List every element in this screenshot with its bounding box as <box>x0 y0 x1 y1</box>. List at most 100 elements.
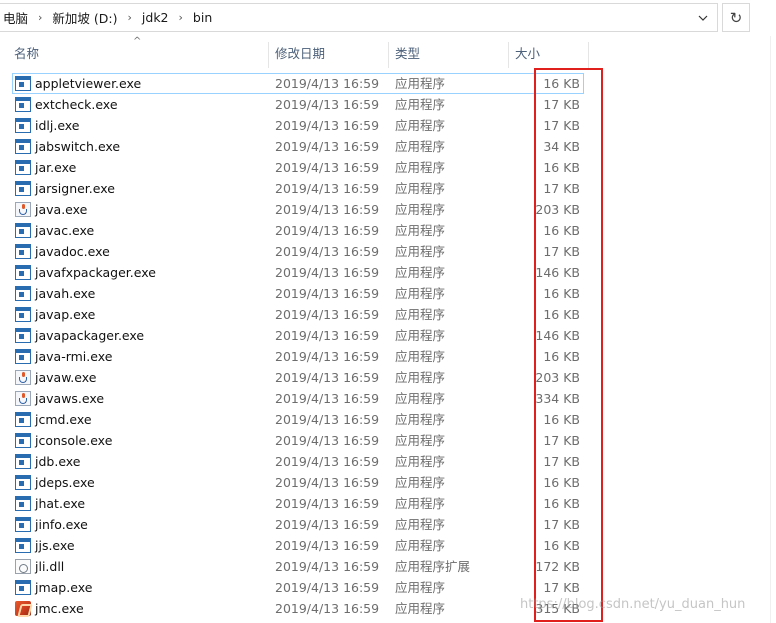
file-row[interactable]: jdeps.exe 2019/4/13 16:59 应用程序 16 KB <box>0 472 776 493</box>
file-name: jhat.exe <box>35 496 86 511</box>
file-row[interactable]: javafxpackager.exe 2019/4/13 16:59 应用程序 146… <box>0 262 776 283</box>
file-name: jmap.exe <box>35 580 93 595</box>
column-header-type[interactable]: 类型 <box>389 40 509 68</box>
file-name: javaws.exe <box>35 391 105 406</box>
file-row[interactable]: idlj.exe 2019/4/13 16:59 应用程序 17 KB <box>0 115 776 136</box>
file-row[interactable]: java.exe 2019/4/13 16:59 应用程序 203 KB <box>0 199 776 220</box>
column-header-date[interactable]: 修改日期 <box>269 40 389 68</box>
file-name: java.exe <box>35 202 88 217</box>
breadcrumb-chevron-icon[interactable]: › <box>122 11 138 24</box>
dll-icon <box>15 559 31 574</box>
file-row[interactable]: jdb.exe 2019/4/13 16:59 应用程序 17 KB <box>0 451 776 472</box>
file-name: idlj.exe <box>35 118 80 133</box>
file-type: 应用程序 <box>395 433 446 448</box>
breadcrumb-bin[interactable]: bin <box>189 10 216 25</box>
file-row[interactable]: javaw.exe 2019/4/13 16:59 应用程序 203 KB <box>0 367 776 388</box>
exe-icon <box>15 538 31 553</box>
column-header-size[interactable]: 大小 <box>509 40 589 68</box>
breadcrumb-chevron-icon[interactable]: › <box>32 11 48 24</box>
file-type: 应用程序 <box>395 181 446 196</box>
file-name: javadoc.exe <box>35 244 110 259</box>
file-type: 应用程序 <box>395 538 446 553</box>
breadcrumb-this-pc[interactable]: 电脑 <box>0 8 32 27</box>
file-name: java-rmi.exe <box>35 349 113 364</box>
column-header-name[interactable]: 名称 <box>8 40 270 68</box>
file-modified-date: 2019/4/13 16:59 <box>275 601 380 616</box>
file-type: 应用程序 <box>395 118 446 133</box>
exe-icon <box>15 580 31 595</box>
breadcrumb-drive[interactable]: 新加坡 (D:) <box>48 8 121 27</box>
file-type: 应用程序 <box>395 496 446 511</box>
file-row[interactable]: jli.dll 2019/4/13 16:59 应用程序扩展 172 KB <box>0 556 776 577</box>
file-name: jar.exe <box>35 160 77 175</box>
file-modified-date: 2019/4/13 16:59 <box>275 496 380 511</box>
exe-icon <box>15 286 31 301</box>
file-name: jarsigner.exe <box>35 181 115 196</box>
file-type: 应用程序 <box>395 244 446 259</box>
file-name: javapackager.exe <box>35 328 145 343</box>
file-type: 应用程序 <box>395 412 446 427</box>
file-type: 应用程序 <box>395 76 446 91</box>
file-row[interactable]: jarsigner.exe 2019/4/13 16:59 应用程序 17 KB <box>0 178 776 199</box>
file-type: 应用程序 <box>395 391 446 406</box>
refresh-button[interactable]: ↻ <box>722 3 750 32</box>
breadcrumb-jdk2[interactable]: jdk2 <box>138 10 173 25</box>
file-type: 应用程序 <box>395 223 446 238</box>
file-name: jcmd.exe <box>35 412 92 427</box>
file-modified-date: 2019/4/13 16:59 <box>275 244 380 259</box>
file-name: javah.exe <box>35 286 96 301</box>
column-header-row: ^ 名称 修改日期 类型 大小 <box>0 36 776 68</box>
address-bar-row: 电脑 › 新加坡 (D:) › jdk2 › bin ↻ <box>0 0 776 36</box>
file-modified-date: 2019/4/13 16:59 <box>275 370 380 385</box>
file-name: jabswitch.exe <box>35 139 121 154</box>
exe-icon <box>15 265 31 280</box>
file-modified-date: 2019/4/13 16:59 <box>275 265 380 280</box>
file-row[interactable]: javaws.exe 2019/4/13 16:59 应用程序 334 KB <box>0 388 776 409</box>
exe-icon <box>15 517 31 532</box>
file-modified-date: 2019/4/13 16:59 <box>275 76 380 91</box>
column-divider[interactable] <box>588 42 589 68</box>
file-row[interactable]: javadoc.exe 2019/4/13 16:59 应用程序 17 KB <box>0 241 776 262</box>
file-row[interactable]: java-rmi.exe 2019/4/13 16:59 应用程序 16 KB <box>0 346 776 367</box>
file-row[interactable]: javac.exe 2019/4/13 16:59 应用程序 16 KB <box>0 220 776 241</box>
file-modified-date: 2019/4/13 16:59 <box>275 580 380 595</box>
address-bar[interactable]: 电脑 › 新加坡 (D:) › jdk2 › bin <box>0 3 718 32</box>
file-type: 应用程序 <box>395 370 446 385</box>
file-name: extcheck.exe <box>35 97 118 112</box>
file-row[interactable]: jabswitch.exe 2019/4/13 16:59 应用程序 34 KB <box>0 136 776 157</box>
file-name: jinfo.exe <box>35 517 88 532</box>
file-modified-date: 2019/4/13 16:59 <box>275 223 380 238</box>
exe-icon <box>15 76 31 91</box>
jmc-icon <box>15 601 31 616</box>
refresh-icon: ↻ <box>729 8 743 27</box>
file-row[interactable]: extcheck.exe 2019/4/13 16:59 应用程序 17 KB <box>0 94 776 115</box>
size-column-highlight <box>534 68 603 622</box>
file-type: 应用程序 <box>395 601 446 616</box>
exe-icon <box>15 223 31 238</box>
file-row[interactable]: javah.exe 2019/4/13 16:59 应用程序 16 KB <box>0 283 776 304</box>
file-modified-date: 2019/4/13 16:59 <box>275 307 380 322</box>
exe-icon <box>15 328 31 343</box>
file-modified-date: 2019/4/13 16:59 <box>275 202 380 217</box>
file-row[interactable]: jconsole.exe 2019/4/13 16:59 应用程序 17 KB <box>0 430 776 451</box>
file-modified-date: 2019/4/13 16:59 <box>275 328 380 343</box>
watermark: https://blog.csdn.net/yu_duan_hun <box>520 597 746 612</box>
file-name: javap.exe <box>35 307 96 322</box>
breadcrumb-chevron-icon[interactable]: › <box>173 11 189 24</box>
file-row[interactable]: jmap.exe 2019/4/13 16:59 应用程序 17 KB <box>0 577 776 598</box>
file-row[interactable]: jjs.exe 2019/4/13 16:59 应用程序 16 KB <box>0 535 776 556</box>
file-row[interactable]: javapackager.exe 2019/4/13 16:59 应用程序 146 K… <box>0 325 776 346</box>
file-list: appletviewer.exe 2019/4/13 16:59 应用程序 16 KB… <box>0 73 776 619</box>
file-modified-date: 2019/4/13 16:59 <box>275 97 380 112</box>
file-row[interactable]: jar.exe 2019/4/13 16:59 应用程序 16 KB <box>0 157 776 178</box>
address-history-dropdown-icon[interactable] <box>689 4 717 31</box>
file-row[interactable]: jinfo.exe 2019/4/13 16:59 应用程序 17 KB <box>0 514 776 535</box>
java-icon <box>15 391 31 406</box>
exe-icon <box>15 181 31 196</box>
exe-icon <box>15 496 31 511</box>
file-modified-date: 2019/4/13 16:59 <box>275 139 380 154</box>
file-row[interactable]: appletviewer.exe 2019/4/13 16:59 应用程序 16 KB <box>0 73 776 94</box>
file-row[interactable]: javap.exe 2019/4/13 16:59 应用程序 16 KB <box>0 304 776 325</box>
file-row[interactable]: jhat.exe 2019/4/13 16:59 应用程序 16 KB <box>0 493 776 514</box>
file-row[interactable]: jcmd.exe 2019/4/13 16:59 应用程序 16 KB <box>0 409 776 430</box>
